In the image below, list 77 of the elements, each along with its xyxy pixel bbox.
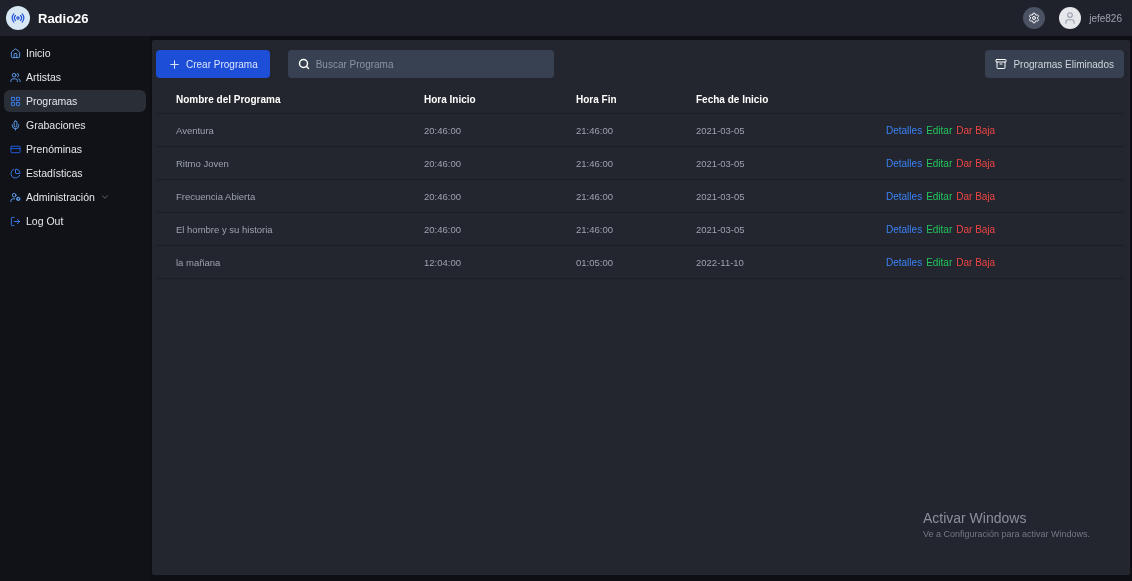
column-header: Hora Fin (576, 94, 618, 105)
edit-link[interactable]: Editar (926, 190, 953, 202)
avatar-icon[interactable] (1059, 7, 1082, 29)
table-cell-text: 2022-11-10 (696, 256, 745, 268)
deactivate-link[interactable]: Dar Baja (956, 190, 996, 202)
column-header: Fecha de Inicio (696, 94, 770, 105)
activation-title: Activar Windows (922, 510, 1028, 526)
sidebar-label: Administración (26, 191, 95, 203)
sidebar-item[interactable]: Artistas (4, 66, 146, 88)
table-cell-text: la mañana (176, 256, 222, 268)
sidebar-item[interactable]: Administración (4, 186, 146, 208)
table-cell-text: 12:04:00 (424, 256, 462, 268)
table-cell-text: 2021-03-05 (696, 157, 746, 169)
table-cell-text: 2021-03-05 (696, 190, 746, 202)
create-button[interactable]: Crear Programa (156, 50, 270, 78)
column-header: Nombre del Programa (176, 94, 282, 105)
table-cell-text: 21:46:00 (576, 190, 614, 202)
edit-link[interactable]: Editar (926, 223, 953, 235)
microphone-icon (10, 119, 21, 131)
table-cell-text: 21:46:00 (576, 157, 614, 169)
app-title: Radio26 (38, 10, 89, 26)
sidebar-item[interactable]: Inicio (4, 42, 146, 64)
grid-icon (10, 95, 21, 107)
details-link[interactable]: Detalles (886, 190, 923, 202)
table-cell-text: Aventura (176, 124, 215, 136)
table-cell-text: 2021-03-05 (696, 124, 746, 136)
search-field[interactable]: Buscar Programa (287, 50, 554, 78)
sidebar-label: Log Out (26, 215, 64, 227)
search-icon (297, 58, 310, 70)
table-cell-text: 20:46:00 (424, 190, 462, 202)
sidebar-label: Programas (26, 95, 78, 107)
sidebar-item[interactable]: Log Out (4, 210, 146, 232)
logout-icon (10, 215, 21, 227)
details-link[interactable]: Detalles (886, 124, 923, 136)
table-cell-text: Ritmo Joven (176, 157, 230, 169)
column-header: Hora Inicio (424, 94, 477, 105)
sidebar-label: Artistas (26, 71, 61, 83)
home-icon (10, 47, 21, 59)
table-cell-text: 21:46:00 (576, 223, 614, 235)
user-name: jefe826 (1089, 12, 1122, 24)
deactivate-link[interactable]: Dar Baja (956, 223, 996, 235)
table-cell-text: 2021-03-05 (696, 223, 746, 235)
deactivate-link[interactable]: Dar Baja (956, 157, 996, 169)
table-cell-text: 01:05:00 (576, 256, 614, 268)
card-icon (10, 143, 21, 155)
edit-link[interactable]: Editar (926, 157, 953, 169)
details-link[interactable]: Detalles (886, 256, 923, 268)
sidebar-label: Estadísticas (26, 167, 83, 179)
sidebar-item[interactable]: Prenóminas (4, 138, 146, 160)
table-cell-text: 20:46:00 (424, 157, 462, 169)
table-cell-text: El hombre y su historia (176, 223, 274, 235)
table-cell-text: 20:46:00 (424, 223, 462, 235)
user-gear-icon (10, 191, 21, 203)
table-cell-text: 21:46:00 (576, 124, 614, 136)
sidebar-item[interactable]: Estadísticas (4, 162, 146, 184)
details-link[interactable]: Detalles (886, 223, 923, 235)
edit-link[interactable]: Editar (926, 256, 953, 268)
table-cell-text: 20:46:00 (424, 124, 462, 136)
settings-icon (1028, 12, 1041, 24)
details-link[interactable]: Detalles (886, 157, 923, 169)
table-cell-text: Frecuencia Abierta (176, 190, 257, 202)
users-icon (10, 71, 21, 83)
deleted-programs-button[interactable]: Programas Eliminados (985, 50, 1124, 78)
deactivate-link[interactable]: Dar Baja (956, 256, 996, 268)
logo-icon (6, 6, 30, 30)
sidebar-label: Prenóminas (26, 143, 83, 155)
activation-text: Ve a Configuración para activar Windows. (922, 529, 1090, 539)
edit-link[interactable]: Editar (926, 124, 953, 136)
sidebar-item[interactable]: Grabaciones (4, 114, 146, 136)
plus-icon (168, 57, 181, 71)
deactivate-link[interactable]: Dar Baja (956, 124, 996, 136)
sidebar-label: Inicio (26, 47, 51, 59)
settings-button[interactable] (1023, 7, 1046, 29)
archive-icon (995, 58, 1008, 70)
sidebar-label: Grabaciones (26, 119, 86, 131)
sidebar-item[interactable]: Programas (4, 90, 146, 112)
pie-chart-icon (10, 167, 21, 179)
